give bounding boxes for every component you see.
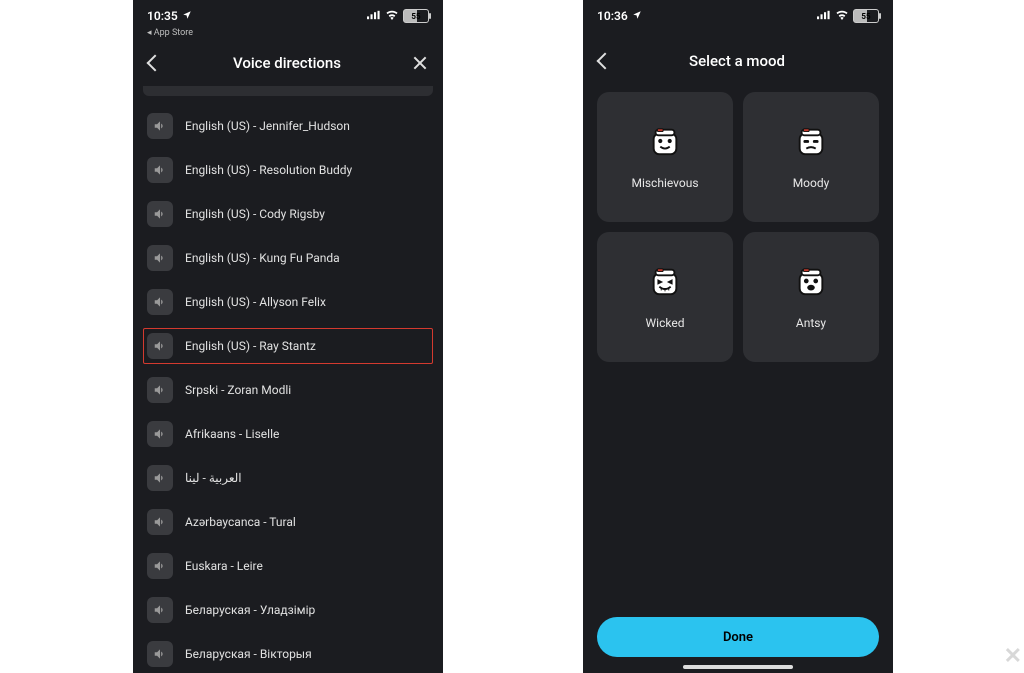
done-button[interactable]: Done xyxy=(597,617,879,657)
voice-item[interactable]: Afrikaans - Liselle xyxy=(143,416,433,452)
status-time-group: 10:35 xyxy=(147,9,192,23)
signal-icon xyxy=(367,9,381,23)
voice-label: Euskara - Leire xyxy=(185,559,263,573)
ghost-icon xyxy=(648,124,682,162)
location-icon xyxy=(182,9,192,23)
speaker-icon xyxy=(147,333,173,359)
voice-label: Беларуская - Вікторыя xyxy=(185,647,312,661)
wifi-icon xyxy=(835,9,849,23)
voice-item[interactable]: Azərbaycanca - Tural xyxy=(143,504,433,540)
voice-item[interactable]: Euskara - Leire xyxy=(143,548,433,584)
status-time: 10:35 xyxy=(147,9,178,23)
voice-item[interactable]: English (US) - Kung Fu Panda xyxy=(143,240,433,276)
speaker-icon xyxy=(147,201,173,227)
close-button[interactable] xyxy=(413,56,427,70)
voice-item[interactable]: Беларуская - Вікторыя xyxy=(143,636,433,672)
voice-label: English (US) - Jennifer_Hudson xyxy=(185,119,350,133)
status-time: 10:36 xyxy=(597,9,628,23)
voice-label: Беларуская - Уладзімір xyxy=(185,603,315,617)
voice-label: English (US) - Cody Rigsby xyxy=(185,207,325,221)
speaker-icon xyxy=(147,289,173,315)
speaker-icon xyxy=(147,465,173,491)
location-icon xyxy=(632,9,642,23)
status-indicators: 55 xyxy=(367,9,429,23)
voice-label: Afrikaans - Liselle xyxy=(185,427,279,441)
done-label: Done xyxy=(723,630,753,645)
voice-label: English (US) - Kung Fu Panda xyxy=(185,251,340,265)
status-time-group: 10:36 xyxy=(597,9,642,23)
signal-icon xyxy=(817,9,831,23)
mood-card[interactable]: Mischievous xyxy=(597,92,733,222)
voice-item[interactable]: English (US) - Jennifer_Hudson xyxy=(143,108,433,144)
speaker-icon xyxy=(147,597,173,623)
back-button[interactable] xyxy=(599,55,611,67)
header: Select a mood xyxy=(583,42,893,84)
phone-select-mood: 10:36 55 Select a mood Mischievous Moody W… xyxy=(583,0,893,673)
voice-item[interactable]: العربية - لينا xyxy=(143,460,433,496)
partial-previous-item xyxy=(143,86,433,96)
phone-voice-directions: 10:35 55 ◂ App Store Voice directions En… xyxy=(133,0,443,673)
status-bar: 10:35 55 xyxy=(133,0,443,28)
page-title: Voice directions xyxy=(161,54,413,72)
voice-item[interactable]: English (US) - Resolution Buddy xyxy=(143,152,433,188)
mood-card[interactable]: Moody xyxy=(743,92,879,222)
speaker-icon xyxy=(147,421,173,447)
voice-label: English (US) - Resolution Buddy xyxy=(185,163,352,177)
speaker-icon xyxy=(147,377,173,403)
voice-item[interactable]: Беларуская - Уладзімір xyxy=(143,592,433,628)
voice-label: English (US) - Allyson Felix xyxy=(185,295,326,309)
battery-icon: 55 xyxy=(403,9,429,23)
battery-icon: 55 xyxy=(853,9,879,23)
mood-grid: Mischievous Moody Wicked Antsy xyxy=(583,92,893,362)
voice-label: Srpski - Zoran Modli xyxy=(185,383,291,397)
voice-label: Azərbaycanca - Tural xyxy=(185,515,296,529)
mood-label: Mischievous xyxy=(631,176,698,190)
speaker-icon xyxy=(147,113,173,139)
page-title: Select a mood xyxy=(611,52,863,70)
back-button[interactable] xyxy=(149,57,161,69)
voice-item[interactable]: English (US) - Ray Stantz xyxy=(143,328,433,364)
close-icon xyxy=(413,56,427,70)
voice-item[interactable]: English (US) - Cody Rigsby xyxy=(143,196,433,232)
back-app-label: App Store xyxy=(154,28,193,38)
watermark-icon: ✕ xyxy=(1004,644,1020,669)
home-indicator[interactable] xyxy=(683,665,793,669)
ghost-icon xyxy=(794,264,828,302)
ghost-icon xyxy=(794,124,828,162)
mood-label: Antsy xyxy=(796,316,826,330)
back-to-app[interactable]: ◂ App Store xyxy=(133,28,443,44)
voice-label: العربية - لينا xyxy=(185,471,242,485)
voice-label: English (US) - Ray Stantz xyxy=(185,339,316,353)
ghost-icon xyxy=(648,264,682,302)
wifi-icon xyxy=(385,9,399,23)
mood-card[interactable]: Antsy xyxy=(743,232,879,362)
speaker-icon xyxy=(147,553,173,579)
status-indicators: 55 xyxy=(817,9,879,23)
mood-label: Wicked xyxy=(646,316,685,330)
status-bar: 10:36 55 xyxy=(583,0,893,28)
speaker-icon xyxy=(147,509,173,535)
header: Voice directions xyxy=(133,44,443,86)
speaker-icon xyxy=(147,157,173,183)
mood-card[interactable]: Wicked xyxy=(597,232,733,362)
voice-item[interactable]: Srpski - Zoran Modli xyxy=(143,372,433,408)
speaker-icon xyxy=(147,641,173,667)
voice-item[interactable]: English (US) - Allyson Felix xyxy=(143,284,433,320)
mood-label: Moody xyxy=(793,176,830,190)
speaker-icon xyxy=(147,245,173,271)
voice-list[interactable]: English (US) - Jennifer_Hudson English (U… xyxy=(133,86,443,672)
